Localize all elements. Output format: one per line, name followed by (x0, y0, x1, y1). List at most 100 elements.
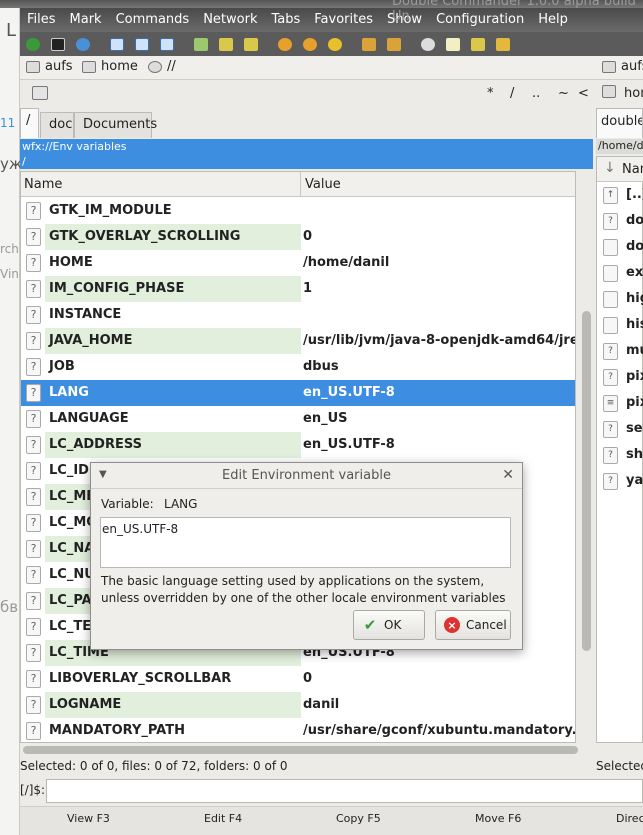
tab-documents[interactable]: Documents (74, 112, 157, 138)
drive-icon[interactable] (32, 86, 48, 100)
list-item[interactable]: his (601, 313, 643, 339)
move-icon[interactable] (299, 35, 321, 53)
table-row[interactable]: ? HOME/home/danil (21, 250, 575, 276)
list-item[interactable]: ? pix (601, 365, 643, 391)
compare-icon[interactable] (492, 35, 514, 53)
table-row[interactable]: ? LANG en_US.UTF-8 (21, 380, 575, 406)
table-row[interactable]: ? LIBOVERLAY_SCROLLBAR 0 (21, 666, 575, 692)
brief-view-icon[interactable] (106, 35, 128, 53)
menu-files[interactable]: Files (20, 8, 63, 27)
mkdir-button[interactable]: Direc (616, 812, 643, 825)
menu-tabs[interactable]: Tabs (264, 8, 307, 27)
pack-icon[interactable] (358, 35, 380, 53)
table-row[interactable]: ? MANDATORY_PATH/usr/share/gconf/xubuntu.… (21, 718, 576, 742)
menu-commands[interactable]: Commands (109, 8, 197, 27)
list-item[interactable]: hig (601, 287, 643, 313)
column-name-header[interactable]: Name (24, 177, 62, 192)
columns-view-icon[interactable] (131, 35, 153, 53)
right-path[interactable]: /home/d (596, 139, 643, 154)
unknown-file-icon: ? (26, 462, 41, 480)
table-row[interactable]: ? GTK_OVERLAY_SCROLLING 0 (21, 224, 575, 250)
table-row[interactable]: ? LOGNAME danil (21, 692, 575, 718)
table-row[interactable]: ? GTK_IM_MODULE (21, 198, 575, 224)
copy-button[interactable]: Copy F5 (336, 812, 381, 825)
value-input[interactable]: en_US.UTF-8 (100, 517, 511, 568)
file-list: Name Value ? GTK_IM_MODULE? GTK_OVERLAY_SC… (20, 171, 576, 743)
row-name: MANDATORY_PATH (49, 723, 185, 738)
drive-button-aufs[interactable]: aufs (26, 59, 73, 74)
tab-doc[interactable]: doc (40, 112, 74, 138)
ok-button[interactable]: ✔ OK (353, 610, 425, 640)
table-row[interactable]: ? LC_ADDRESS en_US.UTF-8 (21, 432, 575, 458)
close-icon[interactable]: ✕ (502, 467, 514, 483)
column-divider[interactable] (300, 172, 301, 197)
drive-button-network[interactable]: // (148, 59, 176, 74)
list-item[interactable]: ? she (601, 443, 643, 469)
drive-icon[interactable] (602, 85, 616, 98)
target-equal-source-right-icon[interactable] (240, 35, 262, 53)
row-value: /usr/share/gconf/xubuntu.mandatory.pat (303, 723, 576, 738)
unknown-file-icon: ? (26, 384, 41, 402)
target-equal-source-left-icon[interactable] (215, 35, 237, 53)
column-header: Name Value (21, 172, 575, 197)
list-item[interactable]: ext (601, 261, 643, 287)
search-icon[interactable] (417, 35, 439, 53)
command-input[interactable] (46, 779, 643, 803)
terminal-icon[interactable] (47, 35, 69, 53)
drive-bar: aufs home // aufs (20, 56, 643, 80)
file-icon: ? (603, 447, 618, 464)
scrollbar-thumb[interactable] (582, 311, 591, 651)
table-row[interactable]: ? LANGUAGE en_US (21, 406, 575, 432)
list-item[interactable]: ? yar (601, 469, 643, 495)
cancel-button[interactable]: × Cancel (435, 610, 511, 640)
column-value-header[interactable]: Value (305, 177, 341, 192)
row-name: INSTANCE (49, 307, 122, 322)
list-item[interactable]: ? mu (601, 339, 643, 365)
row-value: en_US.UTF-8 (303, 385, 395, 400)
list-item[interactable]: doc (601, 235, 643, 261)
horizontal-scrollbar[interactable] (20, 743, 595, 757)
unpack-icon[interactable] (383, 35, 405, 53)
delete-icon[interactable] (324, 35, 346, 53)
current-path[interactable]: wfx://Env variables (20, 139, 593, 155)
function-key-bar: View F3 Edit F4 Copy F5 Move F6 Direc (20, 806, 643, 835)
copy-icon[interactable] (274, 35, 296, 53)
row-name: JAVA_HOME (49, 333, 133, 348)
nav-home[interactable]: ~ (558, 86, 569, 101)
sync-dirs-icon[interactable] (467, 35, 489, 53)
swap-panels-icon[interactable] (190, 35, 212, 53)
thumbnails-view-icon[interactable] (156, 35, 178, 53)
scrollbar-thumb[interactable] (23, 746, 578, 754)
table-row[interactable]: ? INSTANCE (21, 302, 575, 328)
drive-button-aufs-right[interactable]: aufs (602, 59, 643, 74)
edit-button[interactable]: Edit F4 (204, 812, 242, 825)
list-item[interactable]: ? doc (601, 209, 643, 235)
table-row[interactable]: ? IM_CONFIG_PHASE 1 (21, 276, 575, 302)
move-button[interactable]: Move F6 (475, 812, 521, 825)
vertical-scrollbar[interactable] (578, 171, 595, 743)
nav-root[interactable]: / (510, 86, 514, 101)
options-icon[interactable] (72, 35, 94, 53)
list-item[interactable]: ? ses (601, 417, 643, 443)
multi-rename-icon[interactable] (442, 35, 464, 53)
menu-favorites[interactable]: Favorites (307, 8, 380, 27)
menu-network[interactable]: Network (196, 8, 264, 27)
ok-label: OK (384, 618, 402, 632)
window-menu-icon[interactable]: ▼ (99, 469, 107, 480)
table-row[interactable]: ? JOB dbus (21, 354, 575, 380)
nav-back[interactable]: < (578, 86, 589, 101)
table-row[interactable]: ? JAVA_HOME/usr/lib/jvm/java-8-openjdk-am… (21, 328, 575, 354)
drive-button-home[interactable]: home (82, 59, 138, 74)
tab-root[interactable]: / (20, 108, 39, 138)
right-nav-path[interactable]: hom (624, 86, 643, 101)
unknown-file-icon: ? (26, 358, 41, 376)
nav-up[interactable]: .. (532, 86, 540, 101)
view-button[interactable]: View F3 (67, 812, 110, 825)
current-subpath[interactable]: / (20, 155, 593, 169)
menu-mark[interactable]: Mark (63, 8, 109, 27)
nav-root-all[interactable]: * (487, 86, 494, 101)
list-item[interactable]: ≡ pix (601, 391, 643, 417)
right-tab[interactable]: doubled (596, 108, 643, 138)
refresh-icon[interactable] (22, 35, 44, 53)
list-item[interactable]: ↑ [..] (601, 183, 643, 209)
